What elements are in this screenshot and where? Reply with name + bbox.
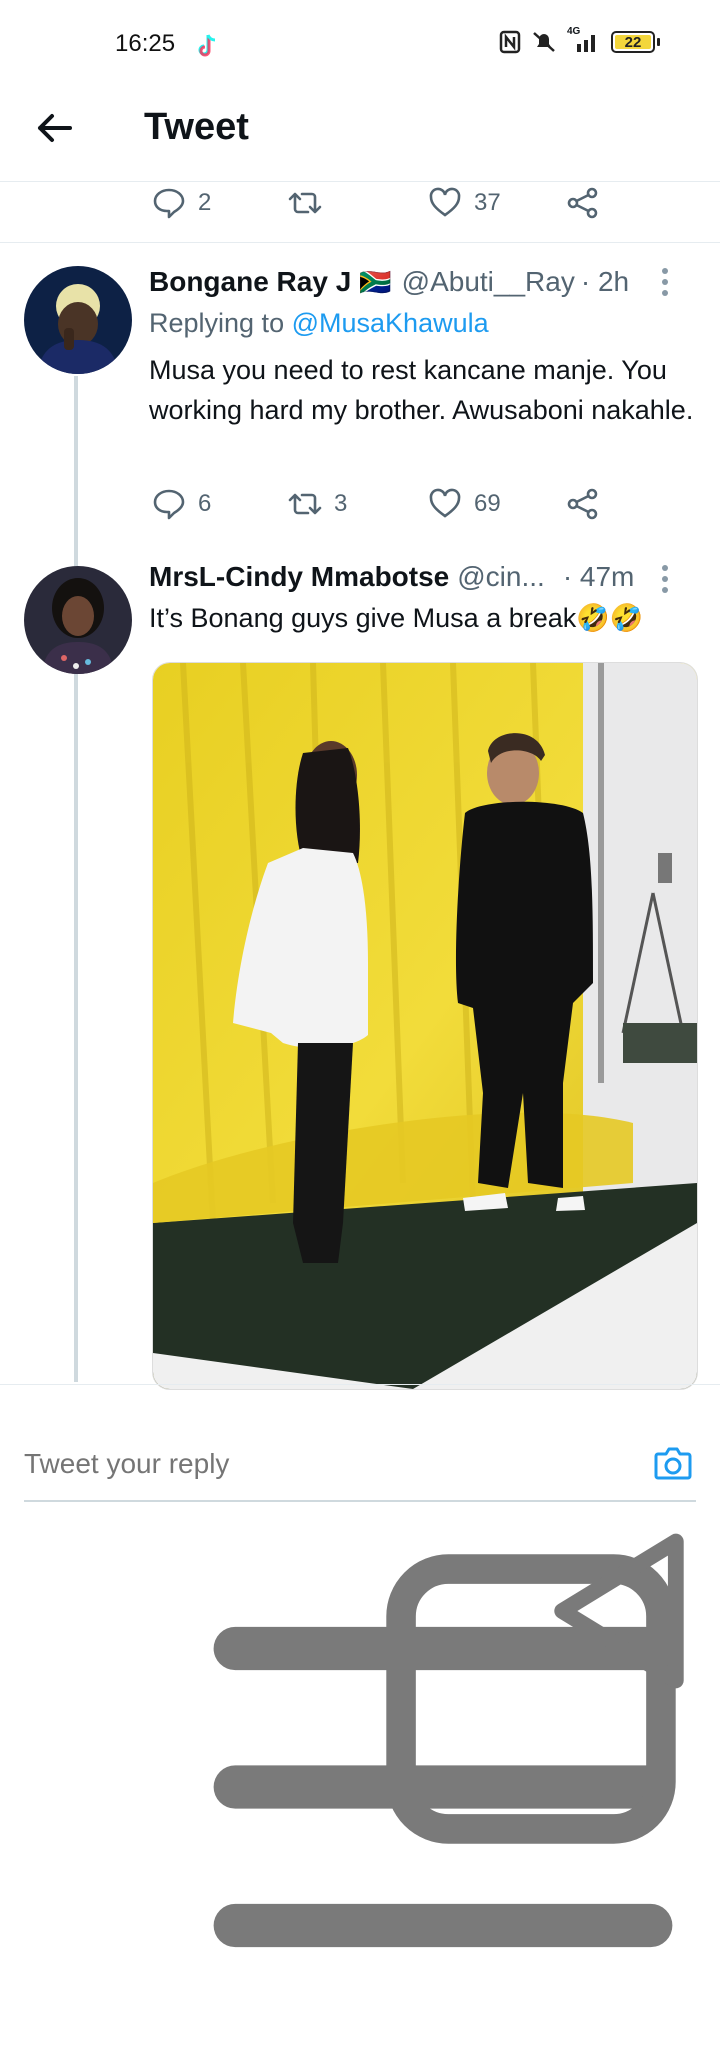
status-time: 16:25	[115, 30, 176, 57]
retweet-icon	[288, 493, 322, 515]
reply-input-underline	[24, 1500, 696, 1502]
flag-emoji: 🇿🇦	[359, 266, 392, 297]
retweet-action[interactable]: 3	[288, 487, 347, 521]
reply-count: 2	[198, 189, 212, 216]
heart-icon	[429, 187, 461, 217]
replying-prefix: Replying to	[149, 308, 285, 338]
signal-icon: 4G	[567, 26, 601, 54]
timestamp[interactable]: · 2h	[581, 266, 629, 298]
reply-action[interactable]: 6	[152, 487, 211, 521]
reply-action[interactable]: 2	[152, 186, 211, 220]
tweet-media-image[interactable]	[152, 662, 698, 1390]
camera-icon[interactable]	[652, 1442, 694, 1484]
more-options-icon[interactable]	[662, 565, 670, 598]
header-divider	[0, 181, 720, 182]
like-action[interactable]: 69	[428, 487, 501, 521]
retweet-icon	[288, 192, 322, 214]
replying-handle[interactable]: @MusaKhawula	[292, 308, 489, 338]
nfc-icon	[499, 30, 521, 54]
retweet-action[interactable]	[288, 186, 322, 220]
share-icon	[567, 488, 598, 520]
page-title: Tweet	[144, 106, 249, 148]
share-action[interactable]	[566, 186, 600, 220]
like-count: 37	[474, 189, 501, 216]
share-action[interactable]	[566, 487, 600, 521]
tiktok-icon	[198, 34, 216, 57]
tweet-text: Musa you need to rest kancane manje. You…	[149, 355, 694, 425]
reply-icon	[153, 489, 185, 520]
tweet-text: It’s Bonang guys give Musa a break🤣🤣	[149, 603, 644, 633]
heart-icon	[429, 488, 461, 518]
share-icon	[567, 187, 598, 219]
retweet-count: 3	[334, 490, 348, 517]
tweet-header: MrsL-Cindy Mmabotse @cin... · 47m	[149, 561, 634, 593]
status-icons: 4G 22	[499, 26, 660, 54]
avatar-cindy[interactable]	[24, 566, 132, 674]
reply-icon	[153, 188, 185, 219]
replying-to: Replying to @MusaKhawula	[149, 308, 489, 339]
display-name[interactable]: MrsL-Cindy Mmabotse	[149, 561, 449, 593]
more-options-icon[interactable]	[662, 268, 670, 301]
tweet-reply-input[interactable]	[24, 1448, 624, 1480]
avatar-bongane[interactable]	[24, 266, 132, 374]
like-count: 69	[474, 490, 501, 517]
tweet-divider	[0, 242, 720, 243]
reply-count: 6	[198, 490, 212, 517]
tweet-header: Bongane Ray J 🇿🇦 @Abuti__Ray · 2h	[149, 266, 629, 298]
display-name[interactable]: Bongane Ray J	[149, 266, 351, 298]
timestamp[interactable]: · 47m	[563, 561, 635, 593]
thread-line	[74, 376, 78, 1382]
back-arrow-icon[interactable]	[32, 106, 76, 150]
like-action[interactable]: 37	[428, 186, 501, 220]
mute-icon	[533, 32, 555, 52]
back-nav-icon[interactable]	[518, 1510, 720, 1712]
battery-icon: 22	[611, 31, 655, 53]
reply-box-divider	[0, 1384, 720, 1385]
handle[interactable]: @Abuti__Ray	[402, 266, 575, 298]
handle[interactable]: @cin...	[457, 561, 545, 593]
